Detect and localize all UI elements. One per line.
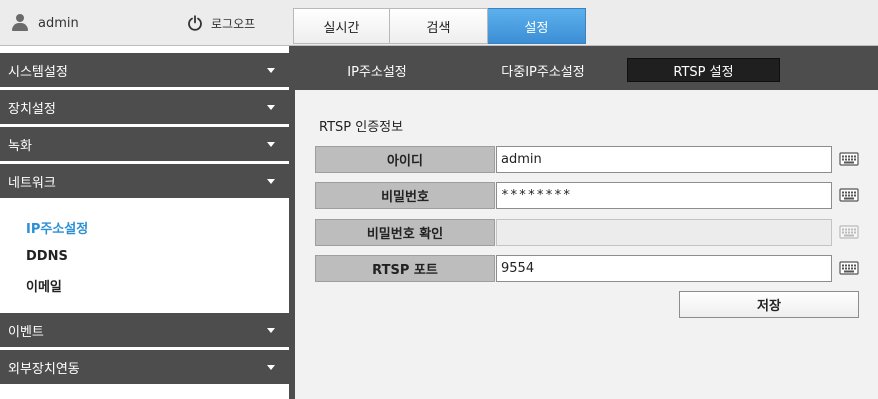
save-button[interactable]: 저장 [679,291,859,318]
sidebar-group-label: 이벤트 [8,324,44,340]
network-submenu: IP주소설정 DDNS 이메일 [0,201,289,310]
password-label: 비밀번호 [315,182,495,209]
sidebar-group-event[interactable]: 이벤트 [0,313,289,347]
form-row-id: 아이디 [315,146,860,173]
form-row-password: 비밀번호 [315,182,860,209]
tab-search[interactable]: 검색 [390,8,488,44]
keyboard-icon[interactable] [839,150,859,168]
chevron-down-icon [267,68,275,73]
rtsp-port-label: RTSP 포트 [315,255,495,282]
username: admin [38,15,79,31]
sidebar-item-ip-settings[interactable]: IP주소설정 [26,213,289,242]
chevron-down-icon [267,142,275,147]
password-confirm-input [496,219,832,246]
user-icon [12,14,28,32]
sub-tab-bar: IP주소설정 다중IP주소설정 RTSP 설정 [295,46,878,90]
keyboard-icon[interactable] [839,186,859,204]
chevron-down-icon [267,365,275,370]
subtab-rtsp-settings[interactable]: RTSP 설정 [627,58,780,82]
sidebar-item-email[interactable]: 이메일 [26,271,289,300]
sidebar-group-label: 녹화 [8,138,32,154]
section-title: RTSP 인증정보 [319,120,404,135]
sidebar-group-device[interactable]: 장치설정 [0,90,289,124]
user-info: admin [12,13,79,33]
rtsp-port-input[interactable] [496,255,832,282]
sidebar-group-label: 외부장치연동 [8,361,80,377]
chevron-down-icon [267,328,275,333]
sidebar-group-label: 장치설정 [8,101,56,117]
password-confirm-label: 비밀번호 확인 [315,219,495,246]
top-bar: admin 로그오프 실시간 검색 설정 [0,0,878,46]
chevron-down-icon [267,105,275,110]
sidebar: 시스템설정 장치설정 녹화 네트워크 IP주소설정 DDNS 이메일 이벤트 외… [0,53,289,399]
sidebar-group-external-device[interactable]: 외부장치연동 [0,350,289,384]
sidebar-item-ddns[interactable]: DDNS [26,242,289,271]
power-icon [188,15,202,31]
sidebar-group-network[interactable]: 네트워크 [0,164,289,198]
subtab-ip-settings[interactable]: IP주소설정 [325,58,429,82]
sidebar-group-system[interactable]: 시스템설정 [0,53,289,87]
settings-panel: RTSP 인증정보 아이디 비밀번호 비밀번호 확인 RTS [295,90,878,399]
chevron-down-icon [267,179,275,184]
subtab-multi-ip-settings[interactable]: 다중IP주소설정 [478,58,608,82]
main-tabs: 실시간 검색 설정 [293,8,586,44]
tab-settings[interactable]: 설정 [488,8,586,44]
sidebar-group-label: 네트워크 [8,175,56,191]
keyboard-icon[interactable] [839,259,859,277]
sidebar-group-recording[interactable]: 녹화 [0,127,289,161]
logout-button[interactable]: 로그오프 [187,13,255,33]
password-input[interactable] [496,182,832,209]
keyboard-icon [839,225,859,239]
form-row-password-confirm: 비밀번호 확인 [315,219,860,246]
logout-label: 로그오프 [211,16,256,31]
form-row-rtsp-port: RTSP 포트 [315,255,860,282]
id-input[interactable] [496,146,832,173]
id-label: 아이디 [315,146,495,173]
sidebar-group-label: 시스템설정 [8,64,68,80]
tab-live[interactable]: 실시간 [293,8,390,44]
